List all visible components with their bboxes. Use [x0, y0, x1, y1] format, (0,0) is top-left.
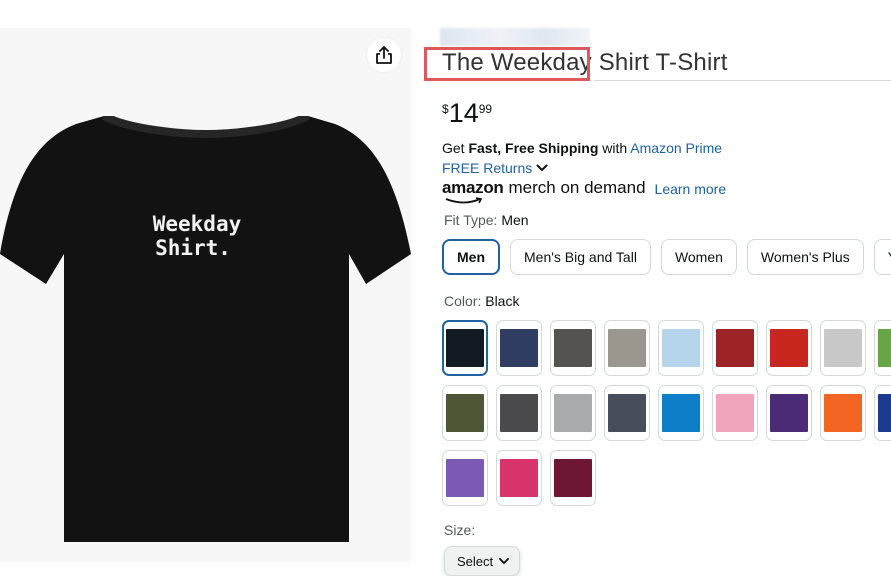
- fit-type-options: Men Men's Big and Tall Women Women's Plu…: [442, 239, 891, 275]
- chevron-down-icon: [499, 557, 510, 564]
- color-chip: [608, 394, 646, 432]
- amazon-prime-link[interactable]: Amazon Prime: [630, 140, 722, 156]
- chevron-down-icon: [536, 164, 548, 172]
- color-swatch[interactable]: [550, 320, 596, 376]
- fit-option-men[interactable]: Men: [442, 239, 500, 275]
- fit-type-selected-value: Men: [501, 212, 529, 228]
- color-swatch[interactable]: [820, 320, 866, 376]
- price-symbol: $: [442, 102, 449, 116]
- title-highlight-box: [424, 47, 590, 81]
- color-chip: [824, 394, 862, 432]
- size-label: Size:: [444, 522, 476, 538]
- learn-more-link[interactable]: Learn more: [655, 181, 727, 197]
- color-chip: [554, 329, 592, 367]
- fit-option-mens-big-and-tall[interactable]: Men's Big and Tall: [510, 239, 651, 275]
- color-swatch[interactable]: [766, 320, 812, 376]
- shipping-middle: with: [598, 140, 631, 156]
- share-icon: [376, 46, 392, 64]
- color-swatch[interactable]: [496, 320, 542, 376]
- color-swatch[interactable]: [766, 385, 812, 441]
- merch-on-demand-row: amazon merch on demand Learn more: [442, 178, 727, 204]
- color-chip: [662, 394, 700, 432]
- product-image-panel[interactable]: Weekday Shirt.: [0, 28, 411, 562]
- color-swatch[interactable]: [442, 450, 488, 506]
- tshirt-image[interactable]: Weekday Shirt.: [0, 116, 411, 546]
- color-chip: [554, 459, 592, 497]
- color-swatch[interactable]: [820, 385, 866, 441]
- price: $ 14 99: [442, 99, 492, 127]
- color-swatch[interactable]: [604, 385, 650, 441]
- shirt-print-line1: Weekday: [153, 212, 242, 236]
- shirt-print-line2: Shirt.: [155, 236, 231, 260]
- color-chip: [500, 459, 538, 497]
- color-chip: [446, 394, 484, 432]
- merch-text: merch on demand: [508, 178, 646, 197]
- color-chip: [824, 329, 862, 367]
- color-chip: [716, 394, 754, 432]
- color-chip: [878, 394, 891, 432]
- brand-link-blurred[interactable]: [440, 28, 590, 46]
- shipping-prefix: Get: [442, 140, 469, 156]
- color-selected-value: Black: [485, 293, 520, 309]
- title-divider: [594, 80, 891, 81]
- color-chip: [446, 329, 484, 367]
- amazon-logo-text: amazon: [442, 178, 504, 197]
- shipping-info: Get Fast, Free Shipping with Amazon Prim…: [442, 140, 722, 156]
- color-swatch[interactable]: [874, 385, 891, 441]
- color-swatch[interactable]: [712, 385, 758, 441]
- color-swatch[interactable]: [550, 450, 596, 506]
- color-label: Color: Black: [444, 293, 519, 309]
- color-swatch[interactable]: [712, 320, 758, 376]
- color-chip: [770, 329, 808, 367]
- price-fraction: 99: [478, 102, 493, 116]
- color-swatch[interactable]: [496, 385, 542, 441]
- color-swatch[interactable]: [604, 320, 650, 376]
- fit-type-label-text: Fit Type:: [444, 212, 502, 228]
- color-chip: [500, 394, 538, 432]
- free-returns-label: FREE Returns: [442, 160, 533, 176]
- color-chip: [500, 329, 538, 367]
- color-chip: [878, 329, 891, 367]
- color-swatch[interactable]: [442, 385, 488, 441]
- fit-option-women[interactable]: Women: [660, 239, 737, 275]
- color-chip: [662, 329, 700, 367]
- shipping-bold: Fast, Free Shipping: [468, 140, 599, 156]
- free-returns-link[interactable]: FREE Returns: [442, 160, 548, 176]
- fit-option-youth[interactable]: Y: [873, 239, 891, 275]
- color-swatch[interactable]: [442, 320, 488, 376]
- size-select-dropdown[interactable]: Select: [444, 546, 520, 576]
- color-chip: [716, 329, 754, 367]
- fit-option-womens-plus[interactable]: Women's Plus: [746, 239, 864, 275]
- amazon-smile-icon: [445, 197, 483, 204]
- color-label-text: Color:: [444, 293, 486, 309]
- color-swatch[interactable]: [496, 450, 542, 506]
- fit-type-label: Fit Type: Men: [444, 212, 529, 228]
- share-button[interactable]: [367, 38, 401, 72]
- size-select-label: Select: [457, 553, 494, 569]
- color-chip: [554, 394, 592, 432]
- color-chip: [446, 459, 484, 497]
- color-chip: [608, 329, 646, 367]
- price-whole: 14: [448, 98, 479, 128]
- title-rest-part: Shirt T-Shirt: [591, 49, 728, 76]
- color-swatch[interactable]: [658, 385, 704, 441]
- color-chip: [770, 394, 808, 432]
- color-swatch[interactable]: [874, 320, 891, 376]
- color-swatch[interactable]: [658, 320, 704, 376]
- color-swatch[interactable]: [550, 385, 596, 441]
- amazon-logo: amazon: [442, 178, 504, 204]
